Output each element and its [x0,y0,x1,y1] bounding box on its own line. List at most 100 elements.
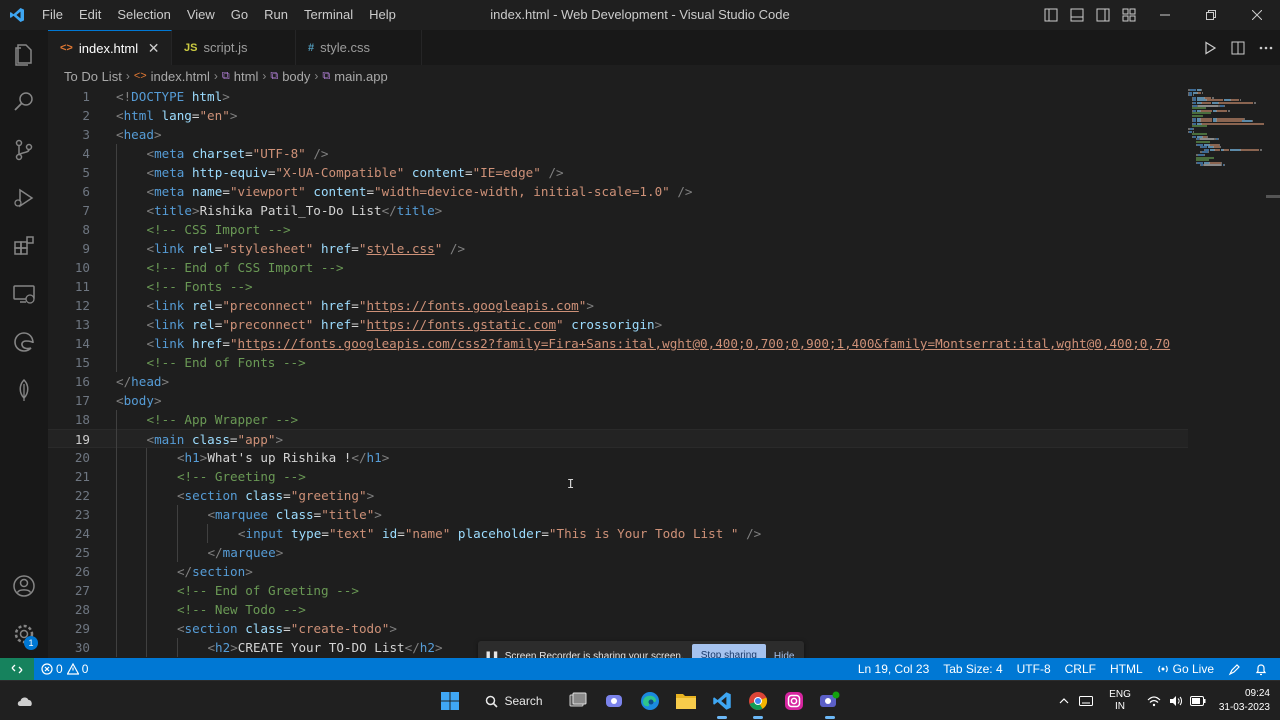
vscode-taskbar-icon[interactable] [704,681,740,720]
breadcrumb-item[interactable]: ⧉ main.app [322,69,387,84]
code-line[interactable]: 16 </head> [48,372,1188,391]
minimap[interactable] [1186,87,1266,658]
code-line[interactable]: 21 <!-- Greeting --> [48,467,1188,486]
file-encoding[interactable]: UTF-8 [1010,658,1058,680]
breadcrumb-item[interactable]: To Do List [64,69,122,84]
menu-edit[interactable]: Edit [71,0,109,30]
run-debug-icon[interactable] [0,174,48,222]
source-control-icon[interactable] [0,126,48,174]
close-tab-icon[interactable]: ✕ [146,40,161,57]
scrollbar-thumb[interactable] [1266,195,1280,198]
notifications-bell-icon[interactable] [1248,658,1274,680]
go-live-button[interactable]: Go Live [1150,658,1221,680]
toggle-secondary-sidebar-icon[interactable] [1090,0,1116,30]
toggle-primary-sidebar-icon[interactable] [1038,0,1064,30]
code-line[interactable]: 3 <head> [48,125,1188,144]
menu-view[interactable]: View [179,0,223,30]
code-line[interactable]: 13 <link rel="preconnect" href="https://f… [48,315,1188,334]
extensions-icon[interactable] [0,222,48,270]
code-line[interactable]: 7 <title>Rishika Patil_To-Do List</title> [48,201,1188,220]
remote-explorer-icon[interactable] [0,270,48,318]
file-explorer-icon[interactable] [668,681,704,720]
restore-button[interactable] [1188,0,1234,30]
code-line[interactable]: 20 <h1>What's up Rishika !</h1> [48,448,1188,467]
start-button-icon[interactable] [432,681,468,720]
breadcrumb-item[interactable]: ⧉ html [222,69,258,84]
code-line[interactable]: 23 <marquee class="title"> [48,505,1188,524]
edge-devtools-icon[interactable] [0,318,48,366]
code-line[interactable]: 25 </marquee> [48,543,1188,562]
vertical-scrollbar[interactable] [1266,87,1280,658]
minimize-button[interactable] [1142,0,1188,30]
code-line[interactable]: 12 <link rel="preconnect" href="https://f… [48,296,1188,315]
code-line[interactable]: 6 <meta name="viewport" content="width=de… [48,182,1188,201]
teams-chat-icon[interactable] [596,681,632,720]
code-line[interactable]: 27 <!-- End of Greeting --> [48,581,1188,600]
code-line[interactable]: 26 </section> [48,562,1188,581]
accounts-icon[interactable] [0,562,48,610]
system-clock[interactable]: 09:24 31-03-2023 [1219,687,1270,715]
menu-selection[interactable]: Selection [109,0,178,30]
tab-script-js[interactable]: JS script.js [172,30,296,65]
code-line[interactable]: 1 <!DOCTYPE html> [48,87,1188,106]
cursor-position[interactable]: Ln 19, Col 23 [851,658,936,680]
more-actions-icon[interactable] [1252,30,1280,65]
code-line[interactable]: 18 <!-- App Wrapper --> [48,410,1188,429]
volume-icon[interactable] [1165,681,1187,720]
code-line[interactable]: 15 <!-- End of Fonts --> [48,353,1188,372]
explorer-icon[interactable] [0,30,48,78]
problems-indicator[interactable]: 0 0 [34,658,95,680]
tab-index-html[interactable]: <> index.html ✕ [48,30,172,65]
remote-indicator-icon[interactable] [0,658,34,680]
language-mode[interactable]: HTML [1103,658,1150,680]
toggle-panel-icon[interactable] [1064,0,1090,30]
clock-time: 09:24 [1244,688,1270,699]
code-line[interactable]: 4 <meta charset="UTF-8" /> [48,144,1188,163]
tab-size[interactable]: Tab Size: 4 [936,658,1009,680]
instagram-icon[interactable] [776,681,812,720]
mongodb-icon[interactable] [0,366,48,414]
feedback-icon[interactable] [1221,658,1248,680]
taskbar-search-button[interactable]: Search [472,685,556,717]
breadcrumb-item[interactable]: <> index.html [134,69,210,84]
code-line[interactable]: 2 <html lang="en"> [48,106,1188,125]
keyboard-icon[interactable] [1075,681,1097,720]
code-line[interactable]: 17 <body> [48,391,1188,410]
breadcrumb-label: main.app [334,68,388,84]
customize-layout-icon[interactable] [1116,0,1142,30]
input-language[interactable]: ENG IN [1109,689,1131,713]
code-line[interactable]: 19 <main class="app"> [48,429,1188,448]
edge-browser-icon[interactable] [632,681,668,720]
code-line[interactable]: 22 <section class="greeting"> [48,486,1188,505]
menu-run[interactable]: Run [256,0,296,30]
run-icon[interactable] [1196,30,1224,65]
wifi-icon[interactable] [1143,681,1165,720]
split-editor-icon[interactable] [1224,30,1252,65]
code-editor[interactable]: 1 <!DOCTYPE html> 2 <html lang="en"> 3 <head>… [48,87,1280,658]
breadcrumb-item[interactable]: ⧉ body [270,69,310,84]
tab-style-css[interactable]: # style.css [296,30,422,65]
search-icon[interactable] [0,78,48,126]
task-view-icon[interactable] [560,681,596,720]
code-line[interactable]: 24 <input type="text" id="name" placehold… [48,524,1188,543]
battery-icon[interactable] [1187,681,1209,720]
chrome-browser-icon[interactable] [740,681,776,720]
menu-go[interactable]: Go [223,0,256,30]
code-line[interactable]: 14 <link href="https://fonts.googleapis.c… [48,334,1188,353]
code-line[interactable]: 29 <section class="create-todo"> [48,619,1188,638]
end-of-line[interactable]: CRLF [1058,658,1103,680]
code-line[interactable]: 9 <link rel="stylesheet" href="style.css"… [48,239,1188,258]
code-line[interactable]: 28 <!-- New Todo --> [48,600,1188,619]
close-window-button[interactable] [1234,0,1280,30]
show-hidden-icons-chevron-icon[interactable] [1053,681,1075,720]
menu-help[interactable]: Help [361,0,404,30]
code-line[interactable]: 8 <!-- CSS Import --> [48,220,1188,239]
code-line[interactable]: 11 <!-- Fonts --> [48,277,1188,296]
screen-recorder-icon[interactable] [812,681,848,720]
code-line[interactable]: 10 <!-- End of CSS Import --> [48,258,1188,277]
code-line[interactable]: 5 <meta http-equiv = "X-UA-Compatible" cont… [48,163,1188,182]
menu-terminal[interactable]: Terminal [296,0,361,30]
menu-file[interactable]: File [34,0,71,30]
manage-gear-icon[interactable]: 1 [0,610,48,658]
weather-widget-icon[interactable] [14,689,38,718]
